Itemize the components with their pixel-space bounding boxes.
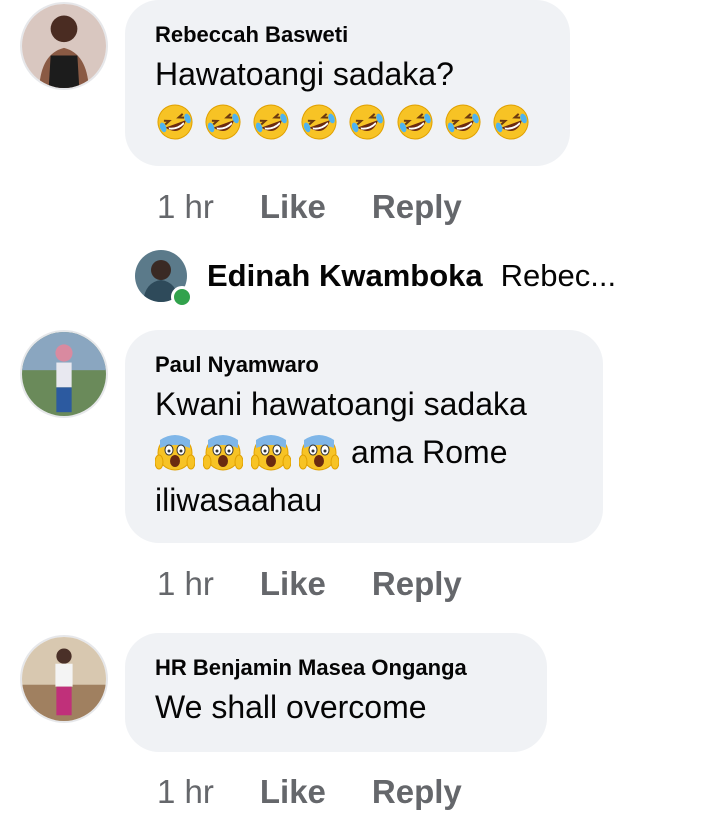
like-button[interactable]: Like	[260, 565, 326, 603]
comment-text: Hawatoangi sadaka?	[155, 56, 454, 92]
profile-photo-icon	[22, 637, 106, 721]
comment-text-fragment: ama Rome	[351, 434, 508, 470]
reply-preview[interactable]: Edinah Kwamboka Rebec...	[135, 248, 617, 308]
rolling-on-floor-laughing-emoji	[395, 102, 435, 142]
emoji-row	[155, 102, 538, 142]
avatar-paul[interactable]	[20, 330, 108, 418]
comment-actions: 1 hr Like Reply	[157, 770, 462, 814]
comment-actions: 1 hr Like Reply	[157, 185, 462, 229]
reply-button[interactable]: Reply	[372, 773, 462, 811]
reply-author[interactable]: Edinah Kwamboka	[207, 258, 483, 294]
rolling-on-floor-laughing-emoji	[251, 102, 291, 142]
comment-bubble: Rebeccah Basweti Hawatoangi sadaka?	[125, 0, 570, 166]
comment-text-line: Kwani hawatoangi sadaka	[155, 386, 527, 422]
comment-bubble: Paul Nyamwaro Kwani hawatoangi sadaka am…	[125, 330, 603, 543]
comment-timestamp[interactable]: 1 hr	[157, 565, 214, 603]
face-screaming-in-fear-emoji	[155, 432, 195, 472]
comment-text: We shall overcome	[155, 689, 427, 725]
profile-photo-icon	[22, 332, 106, 416]
face-screaming-in-fear-emoji	[203, 432, 243, 472]
like-button[interactable]: Like	[260, 188, 326, 226]
comment-author[interactable]: Rebeccah Basweti	[155, 20, 538, 50]
comment-bubble: HR Benjamin Masea Onganga We shall overc…	[125, 633, 547, 752]
comment-author[interactable]: HR Benjamin Masea Onganga	[155, 653, 515, 683]
reply-preview-text: Rebec...	[500, 258, 617, 293]
comment-text-line: iliwasaahau	[155, 482, 323, 518]
comment-timestamp[interactable]: 1 hr	[157, 188, 214, 226]
comment-timestamp[interactable]: 1 hr	[157, 773, 214, 811]
face-screaming-in-fear-emoji	[251, 432, 291, 472]
rolling-on-floor-laughing-emoji	[203, 102, 243, 142]
reply-button[interactable]: Reply	[372, 565, 462, 603]
online-status-icon	[171, 286, 193, 308]
rolling-on-floor-laughing-emoji	[155, 102, 195, 142]
face-screaming-in-fear-emoji	[299, 432, 339, 472]
rolling-on-floor-laughing-emoji	[491, 102, 531, 142]
rolling-on-floor-laughing-emoji	[347, 102, 387, 142]
like-button[interactable]: Like	[260, 773, 326, 811]
rolling-on-floor-laughing-emoji	[443, 102, 483, 142]
profile-photo-icon	[22, 4, 106, 88]
emoji-row	[155, 432, 339, 472]
avatar-edinah[interactable]	[135, 250, 193, 308]
rolling-on-floor-laughing-emoji	[299, 102, 339, 142]
comment-author[interactable]: Paul Nyamwaro	[155, 350, 571, 380]
comment-text-line: ama Rome	[155, 428, 571, 476]
avatar-benjamin[interactable]	[20, 635, 108, 723]
comment-actions: 1 hr Like Reply	[157, 562, 462, 606]
reply-button[interactable]: Reply	[372, 188, 462, 226]
avatar-rebeccah[interactable]	[20, 2, 108, 90]
